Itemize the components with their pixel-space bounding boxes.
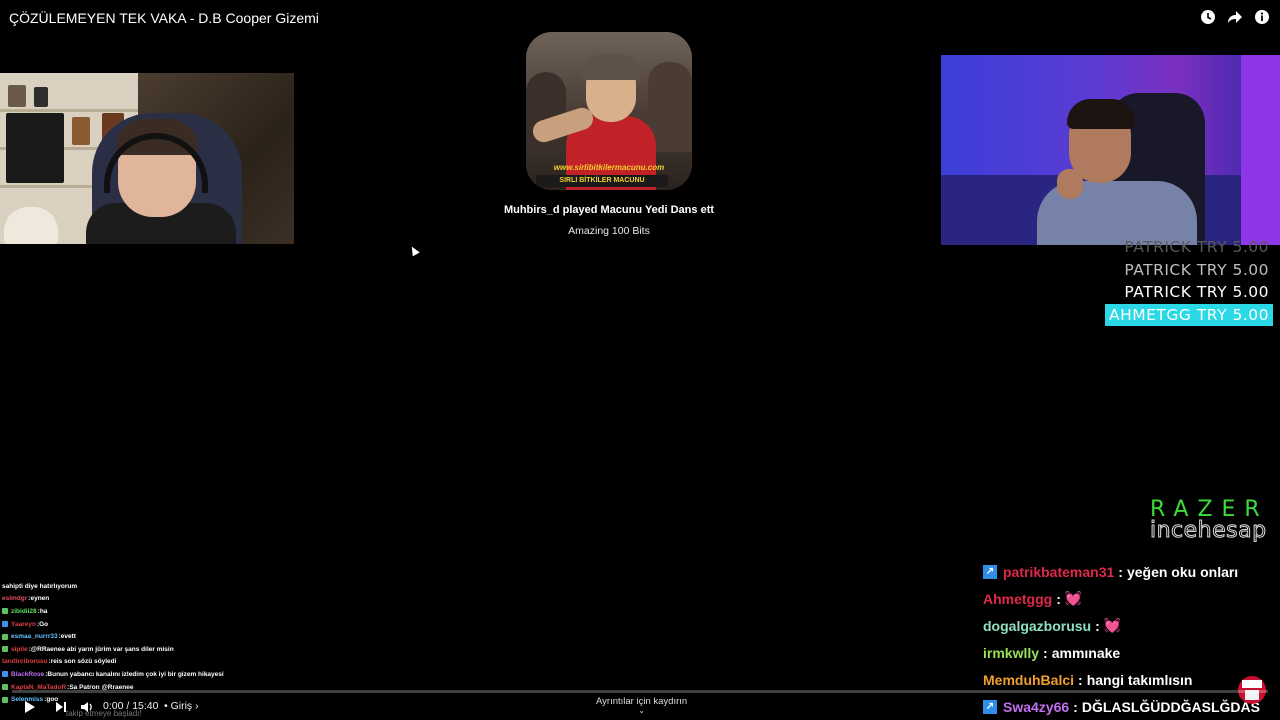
chat-text: eynen xyxy=(30,595,50,603)
chevron-down-icon: ⌄ xyxy=(638,706,645,715)
subscriber-badge-icon: ↗ xyxy=(983,564,997,579)
chat-username[interactable]: dogalgazborusu xyxy=(983,618,1091,634)
chat-username[interactable]: esmaa_nurrr33 xyxy=(11,633,58,640)
sponsor-logo: RAZER incehesap xyxy=(1150,497,1280,544)
donation-ticker: PATRICK TRY 5.00 PATRICK TRY 5.00 PATRICK … xyxy=(1105,236,1273,326)
chat-message: tandirciborusu : reis son sözü söyledi xyxy=(2,656,262,669)
stream-chat-small: sahipti diye hatırlıyorum eslmdgr : eynen… xyxy=(2,580,262,706)
progress-bar[interactable] xyxy=(12,690,1268,693)
chat-message: sahipti diye hatırlıyorum xyxy=(2,580,262,593)
alert-image-brand: SIRLI BİTKİLER MACUNU xyxy=(536,175,668,187)
streamer-webcam-right xyxy=(941,55,1280,245)
chat-username[interactable]: Ahmetggg xyxy=(983,591,1052,607)
ticker-item-text: AHMETGG TRY 5.00 xyxy=(1109,305,1269,324)
alert-message: Muhbirs_d played Macunu Yedi Dans ett xyxy=(503,204,715,216)
chat-badge-icon xyxy=(2,621,8,628)
chat-message: sipile : @RRaenee abi yarın jürim var şa… xyxy=(2,643,262,656)
chat-badge-icon xyxy=(2,608,8,615)
chat-username[interactable]: patrikbateman31 xyxy=(1003,564,1114,580)
chat-username[interactable]: sipile xyxy=(11,646,28,653)
chat-badge-icon xyxy=(2,684,8,691)
ticker-item: PATRICK TRY 5.00 xyxy=(1105,281,1269,304)
ticker-item-text: PATRICK TRY 5.00 xyxy=(1124,260,1269,279)
chat-text: @RRaenee abi yarın jürim var şans diler … xyxy=(30,645,174,653)
ticker-item: PATRICK TRY 5.00 xyxy=(1105,259,1269,282)
streamer-webcam-left xyxy=(0,73,294,244)
sponsor-handle: incehesap xyxy=(1150,518,1267,544)
bits-alert: www.sirlibitkilermacunu.com SIRLI BİTKİL… xyxy=(490,32,728,237)
watch-later-icon[interactable] xyxy=(1199,8,1216,25)
chat-message: BlackRose : Bunun yabancı kanalını izled… xyxy=(2,668,262,681)
ticker-item-text: PATRICK TRY 5.00 xyxy=(1124,238,1269,256)
chat-badge-icon xyxy=(2,633,8,640)
chat-message: eslmdgr : eynen xyxy=(2,593,262,606)
ticker-item: AHMETGG TRY 5.00 xyxy=(1105,303,1273,326)
top-actions xyxy=(1199,8,1270,25)
chat-separator: : xyxy=(1095,617,1100,634)
chat-text: evett xyxy=(60,633,76,641)
volume-icon[interactable] xyxy=(78,699,96,715)
alert-image-url: www.sirlibitkilermacunu.com xyxy=(553,163,665,172)
chat-message: esmaa_nurrr33 : evett xyxy=(2,630,262,643)
chapter-button[interactable]: • Giriş › xyxy=(164,700,199,712)
chat-message: ↗ patrikbateman31: yeğen oku onları xyxy=(983,558,1280,585)
chat-username[interactable]: zibidii28 xyxy=(11,608,37,615)
mouse-cursor-icon xyxy=(408,244,420,257)
chat-text: reis son sözü söyledi xyxy=(50,658,117,666)
alert-image: www.sirlibitkilermacunu.com SIRLI BİTKİL… xyxy=(526,32,692,190)
chat-text: sahipti diye hatırlıyorum xyxy=(2,582,78,590)
ticker-item: PATRICK TRY 5.00 xyxy=(1105,236,1269,259)
chat-separator: : xyxy=(1118,563,1123,580)
chat-separator: : xyxy=(1043,644,1048,661)
chat-text: 💓 xyxy=(1103,617,1122,633)
chat-text: Go xyxy=(39,620,49,628)
chat-text: hangi takımlısın xyxy=(1086,671,1193,688)
chat-message: irmkwlly: ammınake xyxy=(983,639,1280,666)
time-display: 0:00 / 15:40 xyxy=(103,700,159,712)
next-icon[interactable] xyxy=(53,699,69,715)
video-title: ÇÖZÜLEMEYEN TEK VAKA - D.B Cooper Gizemi xyxy=(9,10,319,26)
info-icon[interactable] xyxy=(1253,8,1270,25)
chat-username[interactable]: BlackRose xyxy=(11,671,44,678)
chat-separator: : xyxy=(1078,671,1083,688)
chat-username[interactable]: Yaareyn xyxy=(11,621,36,628)
chat-message: Ahmetggg: 💓 xyxy=(983,585,1280,612)
scroll-for-details[interactable]: Ayrıntılar için kaydırın ⌄ xyxy=(596,696,687,715)
chat-username[interactable]: irmkwlly xyxy=(983,645,1039,661)
chat-badge-icon xyxy=(2,671,8,678)
share-icon[interactable] xyxy=(1226,8,1243,25)
chat-username[interactable]: MemduhBalci xyxy=(983,672,1074,688)
chat-username[interactable]: tandirciborusu xyxy=(2,658,48,665)
chat-message: dogalgazborusu: 💓 xyxy=(983,612,1280,639)
chat-badge-icon xyxy=(2,646,8,653)
chat-text: yeğen oku onları xyxy=(1126,563,1239,580)
play-icon[interactable] xyxy=(22,699,38,715)
chat-text: 💓 xyxy=(1064,590,1083,606)
ticker-item-text: PATRICK TRY 5.00 xyxy=(1124,283,1269,301)
chat-message: zibidii28 : ha xyxy=(2,605,262,618)
alert-subtext: Amazing 100 Bits xyxy=(568,225,650,237)
chat-message: Yaareyn : Go xyxy=(2,618,262,631)
chat-username[interactable]: eslmdgr xyxy=(2,595,27,602)
chat-text: ammınake xyxy=(1051,644,1121,661)
chat-text: Bunun yabancı kanalını izledim çok iyi b… xyxy=(47,670,224,678)
chat-text: ha xyxy=(39,607,48,615)
chat-separator: : xyxy=(1056,590,1061,607)
